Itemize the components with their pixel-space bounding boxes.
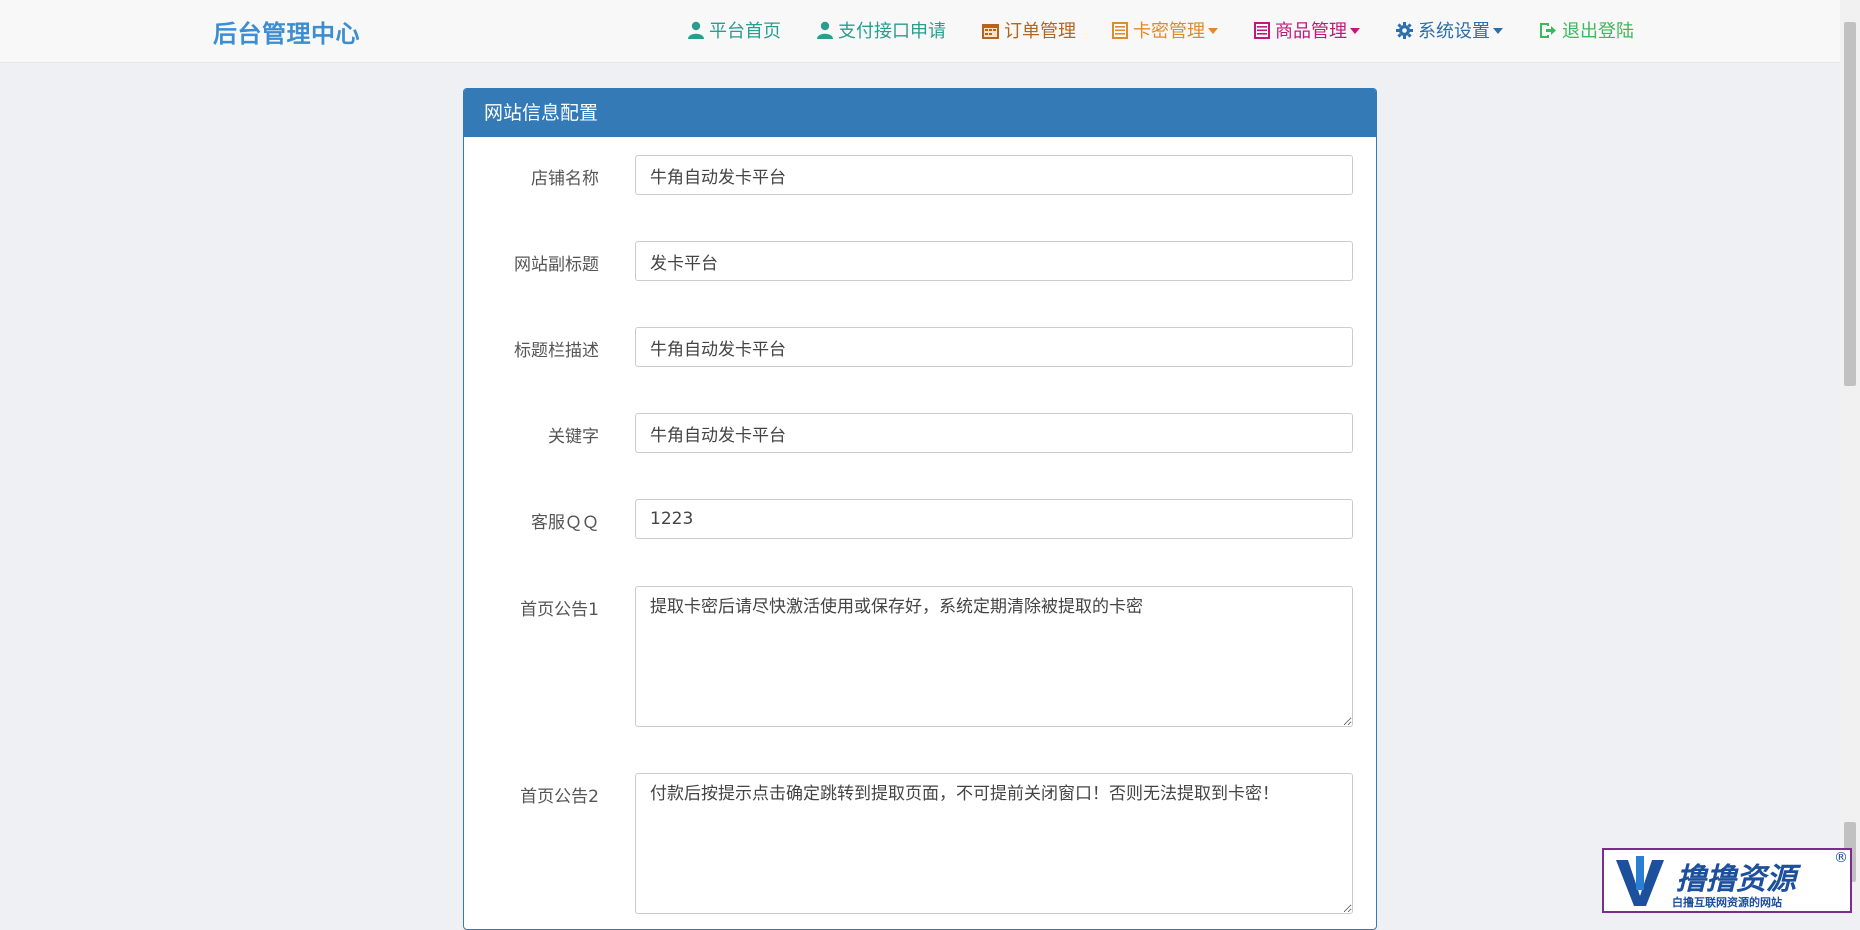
nav-payment-apply-label: 支付接口申请 [838, 21, 946, 42]
notice-2-textarea[interactable]: 付款后按提示点击确定跳转到提取页面，不可提前关闭窗口！否则无法提取到卡密！ [635, 773, 1353, 914]
nav-goods-manage[interactable]: 商品管理 [1254, 17, 1360, 43]
page-scrollbar[interactable] [1840, 0, 1860, 913]
watermark-title: 撸撸资源 [1676, 862, 1796, 897]
notice-2-label: 首页公告2 [520, 787, 599, 807]
shop-name-label: 店铺名称 [531, 169, 599, 189]
site-config-panel: 网站信息配置 店铺名称 网站副标题 标题栏描述 关键字 客服ＱＱ 首页公告1 提… [463, 88, 1377, 930]
nav-home-label: 平台首页 [709, 21, 781, 42]
brand-title[interactable]: 后台管理中心 [213, 14, 360, 49]
calendar-icon [982, 23, 999, 39]
title-desc-label: 标题栏描述 [514, 341, 599, 361]
panel-title: 网站信息配置 [464, 89, 1376, 137]
nav-system-settings-label: 系统设置 [1418, 21, 1490, 42]
service-qq-label: 客服ＱＱ [531, 513, 599, 533]
main-nav: 平台首页 支付接口申请 订单管理 卡密管理 商品管理 系统设置 退出登陆 [688, 17, 1670, 43]
logout-icon [1540, 22, 1556, 38]
chevron-down-icon [1208, 28, 1218, 34]
list-icon [1254, 21, 1270, 39]
list-icon [1112, 21, 1128, 39]
nav-payment-apply[interactable]: 支付接口申请 [817, 17, 946, 43]
keywords-label: 关键字 [548, 427, 599, 447]
nav-goods-manage-label: 商品管理 [1275, 21, 1347, 42]
shop-name-input[interactable] [635, 155, 1353, 195]
keywords-input[interactable] [635, 413, 1353, 453]
notice-1-textarea[interactable]: 提取卡密后请尽快激活使用或保存好，系统定期清除被提取的卡密 [635, 586, 1353, 727]
watermark-subtitle: 白撸互联网资源的网站 [1672, 896, 1782, 909]
gear-icon [1396, 21, 1413, 39]
title-desc-input[interactable] [635, 327, 1353, 367]
nav-orders-label: 订单管理 [1004, 21, 1076, 42]
scrollbar-thumb[interactable] [1844, 22, 1856, 386]
chevron-down-icon [1350, 28, 1360, 34]
notice-1-label: 首页公告1 [520, 600, 599, 620]
service-qq-input[interactable] [635, 499, 1353, 539]
nav-logout-label: 退出登陆 [1562, 21, 1634, 42]
nav-card-manage-label: 卡密管理 [1133, 21, 1205, 42]
logo-mark-icon [1616, 856, 1664, 906]
subtitle-input[interactable] [635, 241, 1353, 281]
watermark-logo: 撸撸资源 白撸互联网资源的网站 ® [1602, 848, 1852, 913]
nav-card-manage[interactable]: 卡密管理 [1112, 17, 1218, 43]
top-navbar: 后台管理中心 平台首页 支付接口申请 订单管理 卡密管理 商品管理 系统设置 退… [0, 0, 1840, 63]
user-icon [817, 21, 833, 39]
subtitle-label: 网站副标题 [514, 255, 599, 275]
nav-home[interactable]: 平台首页 [688, 17, 781, 43]
user-icon [688, 21, 704, 39]
registered-mark: ® [1834, 850, 1848, 866]
nav-orders[interactable]: 订单管理 [982, 17, 1076, 43]
nav-logout[interactable]: 退出登陆 [1539, 17, 1634, 43]
chevron-down-icon [1493, 28, 1503, 34]
nav-system-settings[interactable]: 系统设置 [1396, 17, 1503, 43]
